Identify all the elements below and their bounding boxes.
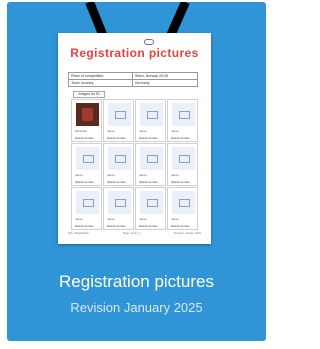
- info-value: Skien, Norway 29.05: [131, 72, 199, 80]
- info-label: Place of competition: [68, 72, 133, 80]
- image-placeholder-icon: [108, 191, 131, 214]
- template-name: Registration pictures: [59, 272, 214, 291]
- cell-select: Select an item: [75, 224, 95, 228]
- image-cell: name Select an item: [135, 99, 166, 142]
- image-cell: Mcucxhe Select an item: [71, 99, 102, 142]
- footer-right: Revision: January 2025: [173, 232, 201, 235]
- cell-name: name: [171, 173, 179, 177]
- document-title: Registration pictures: [70, 46, 199, 60]
- image-placeholder-icon: [108, 103, 131, 126]
- cell-select: Select an item: [171, 224, 191, 228]
- image-cell: name Select an item: [71, 187, 102, 230]
- image-cell: name Select an item: [167, 99, 198, 142]
- template-revision: Revision January 2025: [70, 300, 203, 315]
- image-cell: name Select an item: [167, 143, 198, 186]
- cell-name: name: [139, 173, 147, 177]
- cell-select: Select an item: [75, 180, 95, 184]
- image-cell: name Select an item: [103, 143, 134, 186]
- image-placeholder-icon: [140, 147, 163, 170]
- image-grid: Mcucxhe Select an item name Select an ite…: [71, 99, 198, 230]
- image-placeholder-icon: [172, 103, 195, 126]
- info-value: Germany: [131, 79, 199, 87]
- cell-select: Select an item: [107, 136, 127, 140]
- cell-select: Select an item: [107, 224, 127, 228]
- image-cell: name Select an item: [103, 99, 134, 142]
- cell-select: Select an item: [139, 224, 159, 228]
- image-placeholder-icon: [108, 147, 131, 170]
- cell-select: Select an item: [75, 136, 95, 140]
- image-cell: name Select an item: [71, 143, 102, 186]
- cell-select: Select an item: [139, 136, 159, 140]
- image-placeholder-icon: [76, 147, 99, 170]
- image-cell: name Select an item: [135, 187, 166, 230]
- image-placeholder-icon: [172, 191, 195, 214]
- logo: [144, 39, 154, 45]
- footer-mid: Page: 1 from 1: [122, 232, 140, 235]
- cell-name: name: [171, 129, 179, 133]
- cell-name: name: [75, 173, 83, 177]
- cell-name: name: [107, 129, 115, 133]
- cell-select: Select an item: [107, 180, 127, 184]
- document-footer: Title / Registration Page: 1 from 1 Revi…: [68, 232, 201, 235]
- image-placeholder-icon: [140, 191, 163, 214]
- images-header: Images for ID: [73, 91, 105, 98]
- cell-name: name: [171, 217, 179, 221]
- image-cell: name Select an item: [103, 187, 134, 230]
- info-table: Place of competition Skien, Norway 29.05…: [68, 72, 199, 87]
- photo-thumbnail: [76, 103, 99, 126]
- cell-name: Mcucxhe: [75, 129, 88, 133]
- cell-name: name: [139, 129, 147, 133]
- cell-name: name: [107, 217, 115, 221]
- cell-select: Select an item: [171, 180, 191, 184]
- document-preview: Registration pictures Place of competiti…: [58, 33, 211, 244]
- image-placeholder-icon: [140, 103, 163, 126]
- info-label: Team /country: [68, 79, 133, 87]
- image-placeholder-icon: [76, 191, 99, 214]
- image-cell: name Select an item: [167, 187, 198, 230]
- cell-name: name: [107, 173, 115, 177]
- cell-select: Select an item: [171, 136, 191, 140]
- template-card[interactable]: Registration pictures Place of competiti…: [7, 2, 266, 341]
- cell-select: Select an item: [139, 180, 159, 184]
- image-placeholder-icon: [172, 147, 195, 170]
- cell-name: name: [75, 217, 83, 221]
- footer-left: Title / Registration: [68, 232, 89, 235]
- cell-name: name: [139, 217, 147, 221]
- image-cell: name Select an item: [135, 143, 166, 186]
